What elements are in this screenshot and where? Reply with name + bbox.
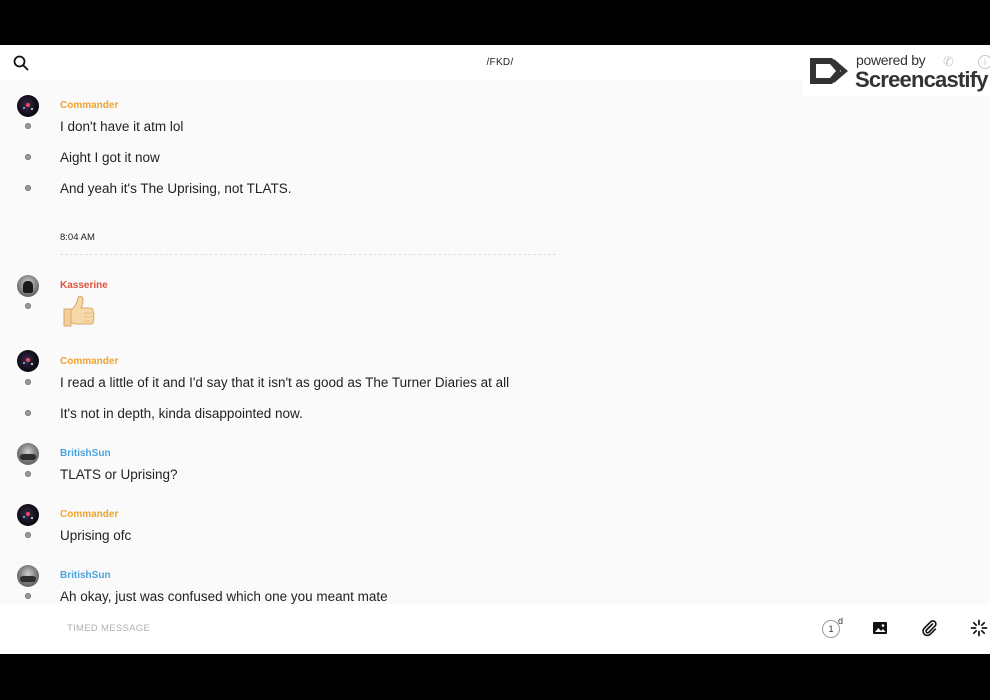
- author-name-kasserine[interactable]: Kasserine: [60, 280, 108, 291]
- avatar-kasserine[interactable]: [17, 275, 39, 297]
- avatar-britishsun[interactable]: [17, 565, 39, 587]
- message-text: And yeah it's The Uprising, not TLATS.: [60, 181, 292, 196]
- timer-unit: d: [838, 616, 844, 626]
- status-dot: [25, 185, 31, 191]
- avatar-commander[interactable]: [17, 504, 39, 526]
- message-text: TLATS or Uprising?: [60, 467, 178, 482]
- watermark-brand: Screencastify: [855, 67, 988, 92]
- info-icon: i: [978, 55, 990, 69]
- author-name-britishsun[interactable]: BritishSun: [60, 448, 111, 459]
- composer-bar: TIMED MESSAGE 1 d: [0, 604, 990, 654]
- separator-line: [60, 254, 556, 255]
- effects-button[interactable]: [970, 619, 988, 637]
- screencastify-watermark: powered by Screencastify ✆ i: [803, 45, 990, 96]
- author-name-commander[interactable]: Commander: [60, 509, 118, 520]
- message-text: It's not in depth, kinda disappointed no…: [60, 406, 303, 421]
- author-name-commander[interactable]: Commander: [60, 356, 118, 367]
- watermark-powered-by: powered by: [856, 52, 926, 68]
- avatar-commander[interactable]: [17, 95, 39, 117]
- avatar-commander[interactable]: [17, 350, 39, 372]
- image-icon: [873, 622, 887, 634]
- image-button[interactable]: [871, 619, 889, 637]
- status-dot: [25, 593, 31, 599]
- author-name-commander[interactable]: Commander: [60, 100, 118, 111]
- message-text: Ah okay, just was confused which one you…: [60, 589, 388, 604]
- attach-button[interactable]: [920, 619, 938, 637]
- chat-app: /FKD/ Commander I don't have it atm lol …: [0, 45, 990, 654]
- status-dot: [25, 123, 31, 129]
- paperclip-icon: [922, 620, 937, 637]
- message-text: Uprising ofc: [60, 528, 132, 543]
- thumbs-up-emoji: [63, 295, 95, 327]
- status-dot: [25, 379, 31, 385]
- time-separator: 8:04 AM: [60, 232, 95, 243]
- phone-icon: ✆: [943, 54, 954, 69]
- author-name-britishsun[interactable]: BritishSun: [60, 570, 111, 581]
- message-text: I read a little of it and I'd say that i…: [60, 375, 510, 390]
- message-list[interactable]: Commander I don't have it atm lol Aight …: [0, 80, 990, 604]
- message-text: I don't have it atm lol: [60, 119, 184, 134]
- status-dot: [25, 532, 31, 538]
- avatar-britishsun[interactable]: [17, 443, 39, 465]
- timer-button[interactable]: 1 d: [822, 616, 844, 640]
- status-dot: [25, 154, 31, 160]
- screencastify-logo-icon: [810, 58, 848, 84]
- message-input[interactable]: TIMED MESSAGE: [67, 623, 150, 634]
- status-dot: [25, 303, 31, 309]
- sparkle-icon: [970, 619, 988, 637]
- status-dot: [25, 471, 31, 477]
- status-dot: [25, 410, 31, 416]
- message-text: Aight I got it now: [60, 150, 160, 165]
